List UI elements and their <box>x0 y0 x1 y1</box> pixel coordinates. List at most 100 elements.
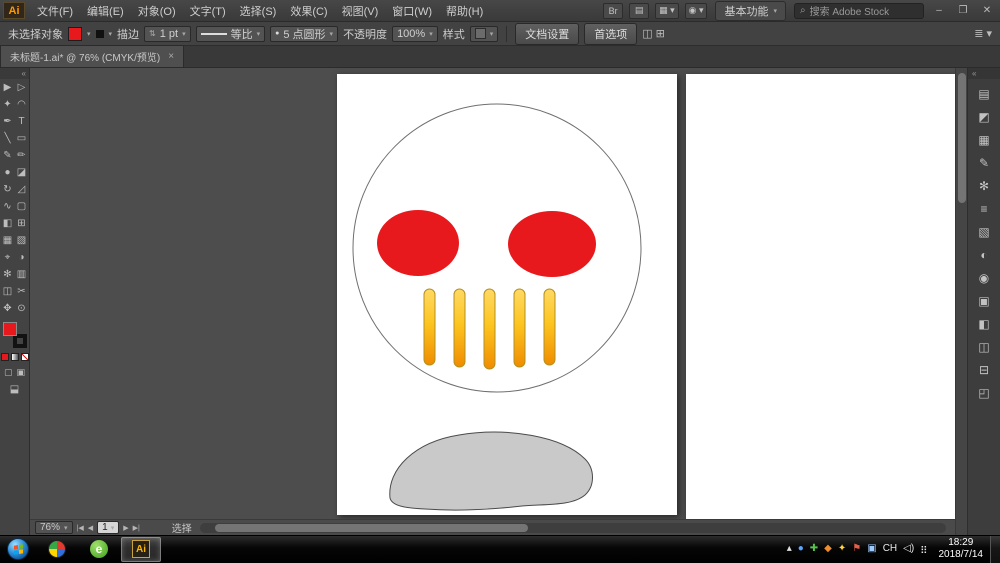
tooth-2[interactable] <box>454 289 465 367</box>
line-segment-tool[interactable]: ╲ <box>1 130 15 147</box>
right-eye[interactable] <box>508 211 596 277</box>
tray-im-icon[interactable]: ✦ <box>838 544 846 554</box>
pathfinder-panel-icon[interactable]: ◰ <box>972 381 996 404</box>
next-artboard-button[interactable]: ▶ <box>123 524 128 532</box>
taskbar-clock[interactable]: 18:29 2018/7/14 <box>939 537 984 561</box>
menu-window[interactable]: 窗口(W) <box>385 0 439 21</box>
chevron-down-icon[interactable]: ▾ <box>182 30 186 38</box>
hand-tool[interactable]: ✥ <box>1 300 15 317</box>
gradient-tool[interactable]: ▧ <box>15 232 29 249</box>
screen-mode-button[interactable]: ⬓ <box>10 384 19 395</box>
stroke-weight-input[interactable]: ⇅ 1 pt ▾ <box>144 26 191 42</box>
chin-blob[interactable] <box>390 432 593 510</box>
artboards-panel-icon[interactable]: ◫ <box>972 335 996 358</box>
menu-edit[interactable]: 编辑(E) <box>80 0 131 21</box>
pencil-tool[interactable]: ✏ <box>15 147 29 164</box>
tray-language-icon[interactable]: CH <box>883 544 897 554</box>
control-panel-menu-icon[interactable]: ≣ ▾ <box>974 27 992 40</box>
close-button[interactable]: ✕ <box>980 5 994 16</box>
close-tab-icon[interactable]: × <box>168 51 174 62</box>
tooth-3[interactable] <box>484 289 495 369</box>
stroke-panel-icon[interactable]: ≡ <box>972 197 996 220</box>
gradient-panel-icon[interactable]: ▧ <box>972 220 996 243</box>
brushes-panel-icon[interactable]: ✎ <box>972 151 996 174</box>
taskbar-e-browser-button[interactable]: e <box>79 537 119 562</box>
vertical-scrollbar[interactable] <box>955 68 967 535</box>
document-setup-button[interactable]: 文档设置 <box>515 23 579 45</box>
symbols-panel-icon[interactable]: ✻ <box>972 174 996 197</box>
tray-security-icon[interactable]: ✚ <box>810 544 818 554</box>
rectangle-tool[interactable]: ▭ <box>15 130 29 147</box>
menu-effect[interactable]: 效果(C) <box>283 0 334 21</box>
magic-wand-tool[interactable]: ✦ <box>1 96 15 113</box>
panel-expand-button[interactable]: « <box>968 68 1000 79</box>
column-graph-tool[interactable]: ▥ <box>15 266 29 283</box>
minimize-button[interactable]: – <box>932 5 946 16</box>
none-button[interactable] <box>21 353 29 361</box>
taskbar-browser-ball-button[interactable] <box>37 537 77 562</box>
cs-live-icon[interactable]: ◉ ▾ <box>685 3 708 19</box>
artboard-2[interactable] <box>686 74 955 519</box>
workspace-switcher[interactable]: 基本功能 ▾ <box>715 1 786 21</box>
free-transform-tool[interactable]: ▢ <box>15 198 29 215</box>
show-desktop-button[interactable] <box>990 536 1000 563</box>
menu-file[interactable]: 文件(F) <box>30 0 80 21</box>
arrange-documents-icon[interactable]: ▦ ▾ <box>655 3 679 19</box>
search-box[interactable]: ⌕ 搜索 Adobe Stock <box>794 3 924 19</box>
rotate-tool[interactable]: ↻ <box>1 181 15 198</box>
tray-cloud-icon[interactable]: ◆ <box>824 544 832 554</box>
menu-help[interactable]: 帮助(H) <box>439 0 490 21</box>
pen-tool[interactable]: ✒ <box>1 113 15 130</box>
chevron-down-icon[interactable]: ▾ <box>87 30 91 38</box>
stacks-icon[interactable]: ▤ <box>629 3 649 19</box>
bridge-icon[interactable]: Br <box>603 3 623 19</box>
opacity-input[interactable]: 100% ▾ <box>392 26 438 42</box>
width-tool[interactable]: ∿ <box>1 198 15 215</box>
mesh-tool[interactable]: ▦ <box>1 232 15 249</box>
start-button[interactable] <box>0 536 36 563</box>
restore-button[interactable]: ❐ <box>956 5 970 16</box>
menu-view[interactable]: 视图(V) <box>335 0 386 21</box>
slice-tool[interactable]: ✂ <box>15 283 29 300</box>
canvas-pasteboard[interactable]: 76% ▾ |◀ ◀ 1 ▾ ▶ ▶| 选择 <box>30 68 955 535</box>
tooth-4[interactable] <box>514 289 525 367</box>
vertical-scrollbar-thumb[interactable] <box>958 73 966 203</box>
menu-type[interactable]: 文字(T) <box>183 0 233 21</box>
blend-tool[interactable]: ◑ <box>15 249 29 266</box>
horizontal-scrollbar[interactable] <box>200 523 946 533</box>
selection-tool[interactable]: ▶ <box>1 79 15 96</box>
type-tool[interactable]: T <box>15 113 29 130</box>
last-artboard-button[interactable]: ▶| <box>133 524 140 532</box>
tray-network-icon[interactable]: ⣶ <box>920 544 927 554</box>
scale-tool[interactable]: ◿ <box>15 181 29 198</box>
preferences-button[interactable]: 首选项 <box>584 23 637 45</box>
lasso-tool[interactable]: ◠ <box>15 96 29 113</box>
perspective-grid-tool[interactable]: ⊞ <box>15 215 29 232</box>
stroke-swatch[interactable] <box>13 334 27 348</box>
eraser-tool[interactable]: ◪ <box>15 164 29 181</box>
tray-expand-icon[interactable]: ▴ <box>787 544 792 554</box>
zoom-level-dropdown[interactable]: 76% ▾ <box>35 521 73 534</box>
eyedropper-tool[interactable]: ⌖ <box>1 249 15 266</box>
align-panel-icon[interactable]: ⊟ <box>972 358 996 381</box>
tooth-5[interactable] <box>544 289 555 365</box>
paintbrush-tool[interactable]: ✎ <box>1 147 15 164</box>
appearance-panel-icon[interactable]: ◉ <box>972 266 996 289</box>
layers-panel-icon[interactable]: ◧ <box>972 312 996 335</box>
gradient-button[interactable] <box>11 353 19 361</box>
document-tab[interactable]: 未标题-1.ai* @ 76% (CMYK/预览) × <box>0 45 184 67</box>
brush-definition-dropdown[interactable]: ● 5 点圆形 ▾ <box>270 26 338 42</box>
menu-object[interactable]: 对象(O) <box>131 0 183 21</box>
stepper-icon[interactable]: ⇅ <box>149 29 156 38</box>
style-dropdown[interactable]: ▾ <box>470 26 499 42</box>
artboard-number-input[interactable]: 1 ▾ <box>97 521 119 534</box>
draw-behind-button[interactable]: ▣ <box>17 367 26 378</box>
artboard-tool[interactable]: ◫ <box>1 283 15 300</box>
menu-select[interactable]: 选择(S) <box>233 0 284 21</box>
graphic-styles-panel-icon[interactable]: ▣ <box>972 289 996 312</box>
tray-flag-icon[interactable]: ⚑ <box>852 544 861 554</box>
taskbar-illustrator-button[interactable]: Ai <box>121 537 161 562</box>
draw-normal-button[interactable]: ▢ <box>4 367 13 378</box>
align-icons[interactable]: ◫ ⊞ <box>642 27 665 40</box>
color-button[interactable] <box>1 353 9 361</box>
